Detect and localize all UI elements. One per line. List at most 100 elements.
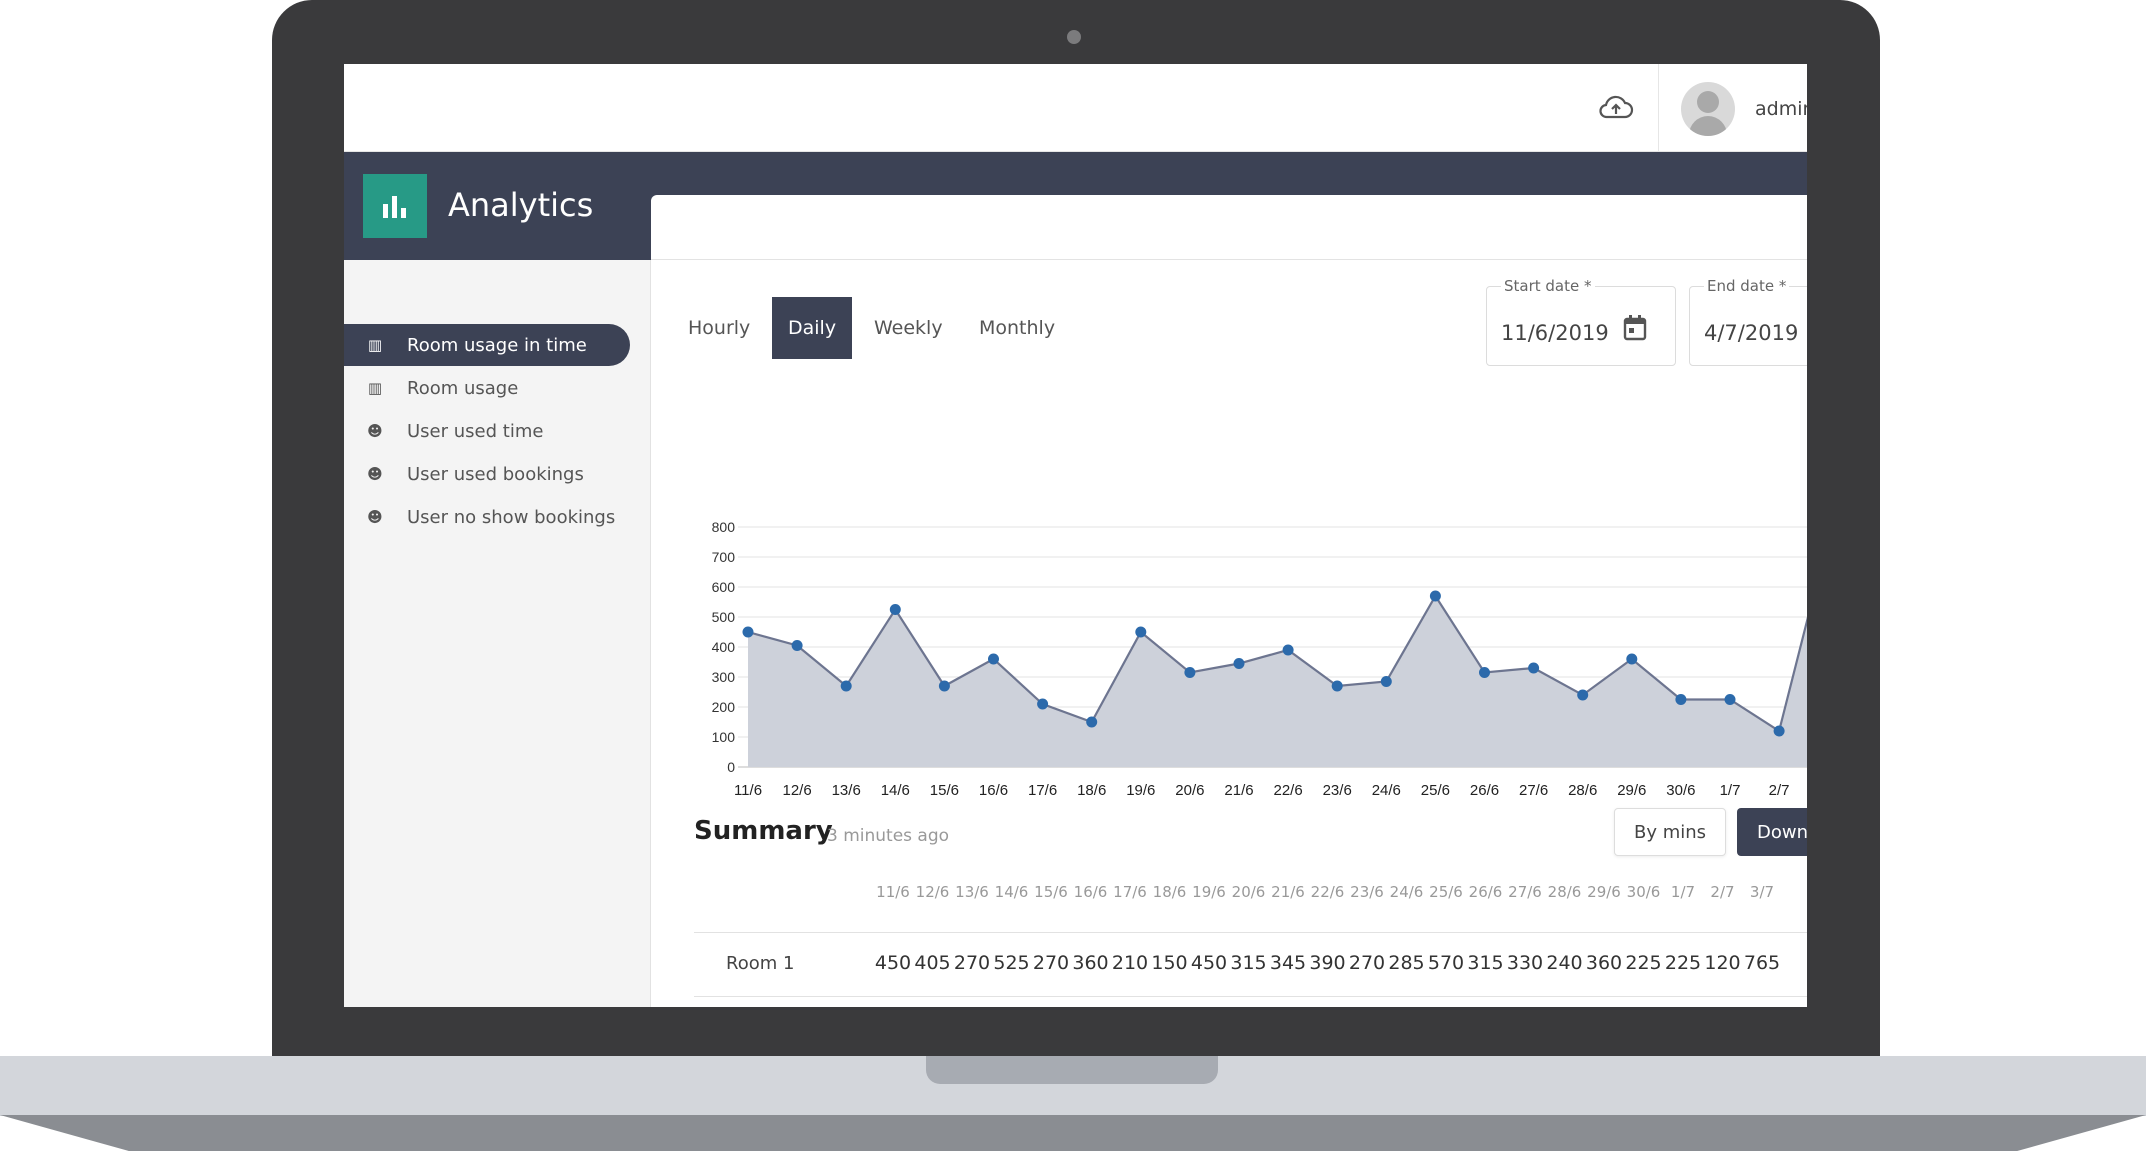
y-tick-label: 300 [712, 669, 736, 685]
x-tick-label: 30/6 [1666, 782, 1695, 799]
tab-daily[interactable]: Daily [772, 297, 853, 359]
end-date-value[interactable]: 4/7/2019 [1704, 321, 1798, 345]
column-header: 15/6 [1034, 883, 1068, 901]
sidebar-item[interactable]: ▥ Room usage [344, 367, 630, 409]
column-header: 20/6 [1231, 883, 1266, 901]
by-mins-button[interactable]: By mins [1614, 808, 1726, 856]
table-cell: 270 [1348, 952, 1386, 974]
x-tick-label: 21/6 [1224, 782, 1253, 799]
data-point [1577, 689, 1589, 701]
logo-bar [401, 208, 406, 218]
data-point [1429, 590, 1441, 602]
camera-dot [1067, 30, 1081, 44]
column-header: 27/6 [1508, 883, 1542, 901]
tab-weekly[interactable]: Weekly [858, 297, 959, 359]
x-tick-label: 1/7 [1720, 782, 1741, 799]
download-button[interactable]: Download [1737, 808, 1807, 856]
y-tick-label: 0 [727, 759, 735, 775]
table-cell: 270 [953, 952, 991, 974]
table-cell: 525 [993, 952, 1030, 974]
data-point [1037, 698, 1049, 710]
start-date-field[interactable]: Start date * 11/6/2019 [1486, 277, 1676, 366]
table-cell: 450 [1190, 952, 1228, 974]
x-tick-label: 29/6 [1617, 782, 1646, 799]
calendar-icon[interactable] [1623, 315, 1647, 341]
table-cell: 270 [1032, 952, 1070, 974]
row-divider [694, 996, 1807, 997]
summary-title: Summary [694, 816, 833, 846]
table-cell: 450 [874, 952, 912, 974]
table-cell: 225 [1625, 952, 1662, 974]
y-tick-label: 600 [712, 579, 736, 595]
x-tick-label: 26/6 [1470, 782, 1499, 799]
tab-monthly[interactable]: Monthly [963, 297, 1071, 359]
sidebar-item[interactable]: ☻ User used bookings [344, 453, 630, 495]
x-tick-label: 15/6 [930, 782, 959, 799]
data-point [1675, 694, 1687, 705]
column-header: 12/6 [915, 883, 950, 901]
start-date-value[interactable]: 11/6/2019 [1501, 321, 1609, 345]
data-point [840, 680, 852, 692]
data-point [1086, 716, 1098, 728]
row-divider [694, 932, 1807, 933]
data-point [938, 680, 950, 692]
column-header: 3/7 [1749, 883, 1775, 901]
data-point [1184, 667, 1196, 678]
sidebar-item[interactable]: ☻ User used time [344, 410, 630, 452]
y-tick-label: 100 [712, 729, 736, 745]
users-icon: ☻ [367, 508, 383, 526]
y-tick-label: 400 [712, 639, 736, 655]
data-point [988, 653, 999, 665]
x-tick-label: 11/6 [734, 782, 762, 799]
sidebar-item-label: User used time [407, 420, 544, 442]
column-header: 29/6 [1587, 883, 1621, 901]
door-icon: ▥ [367, 379, 383, 397]
end-date-field[interactable]: End date * 4/7/2019 [1689, 277, 1807, 366]
data-point [1626, 653, 1638, 665]
data-point [1282, 644, 1294, 656]
cloud-upload-icon[interactable] [1598, 95, 1634, 121]
summary-updated: 3 minutes ago [827, 826, 950, 846]
logo-bar [383, 204, 388, 218]
column-header: 2/7 [1710, 883, 1735, 901]
table-cell: 345 [1269, 952, 1307, 974]
top-bar: admin [344, 64, 1807, 152]
table-cell: 210 [1111, 952, 1149, 974]
x-tick-label: 14/6 [881, 782, 910, 799]
sidebar-item[interactable]: ☻ User no show bookings [344, 496, 630, 538]
tab-hourly[interactable]: Hourly [672, 297, 766, 359]
x-tick-label: 12/6 [782, 782, 811, 799]
x-tick-label: 22/6 [1273, 782, 1302, 799]
x-tick-label: 28/6 [1568, 782, 1597, 799]
data-point [1773, 725, 1785, 737]
column-header: 28/6 [1547, 883, 1582, 901]
sidebar-item[interactable]: ▥ Room usage in time [344, 324, 630, 366]
username[interactable]: admin [1755, 98, 1807, 120]
users-icon: ☻ [367, 422, 383, 440]
app-title: Analytics [448, 186, 594, 224]
table-cell: 120 [1704, 952, 1741, 974]
x-tick-label: 23/6 [1323, 782, 1352, 799]
data-point [889, 604, 901, 615]
table-cell: 225 [1664, 952, 1702, 974]
avatar[interactable] [1681, 82, 1735, 136]
column-header: 17/6 [1113, 883, 1147, 901]
avatar-body [1689, 116, 1727, 136]
laptop-foot [0, 1115, 2146, 1151]
column-header: 14/6 [994, 883, 1029, 901]
x-tick-label: 27/6 [1519, 782, 1548, 799]
column-header: 19/6 [1192, 883, 1226, 901]
x-tick-label: 2/7 [1769, 782, 1790, 799]
table-cell: 570 [1427, 952, 1465, 974]
x-tick-label: 16/6 [979, 782, 1008, 799]
sidebar-item-label: Room usage in time [407, 334, 587, 356]
data-point [1233, 658, 1245, 669]
x-tick-label: 19/6 [1126, 782, 1155, 799]
data-point [1528, 662, 1540, 674]
row-label: Room 1 [726, 953, 795, 974]
table-cell: 360 [1072, 952, 1109, 974]
column-header: 11/6 [876, 883, 910, 901]
x-tick-label: 13/6 [832, 782, 861, 799]
app-screen: admin Analytics ▥ Room usage in time ▥ Room… [344, 64, 1807, 1007]
table-cell: 390 [1309, 952, 1346, 974]
